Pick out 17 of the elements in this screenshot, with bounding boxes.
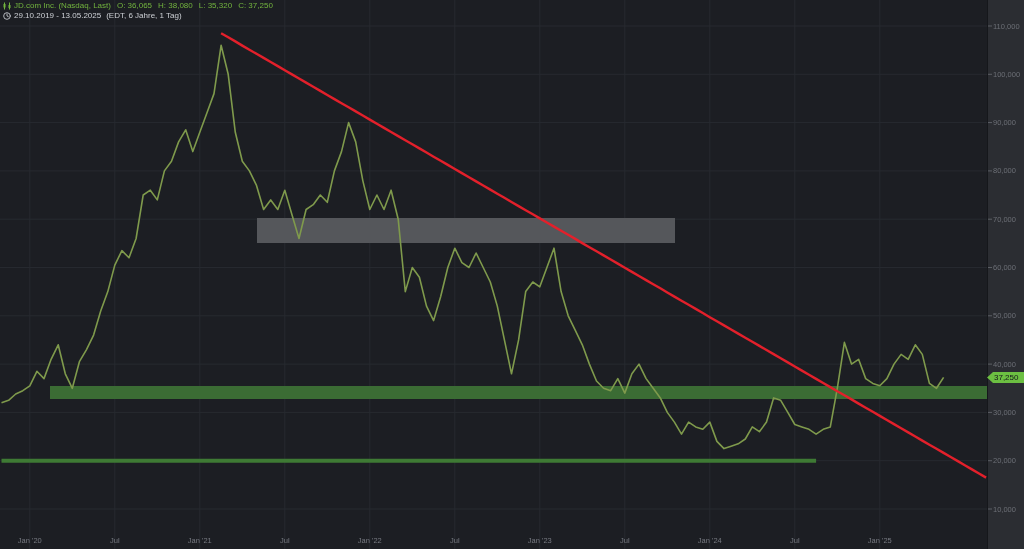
tick-mark bbox=[987, 122, 993, 124]
tick-mark bbox=[987, 411, 993, 413]
instrument-name: JD.com Inc. (Nasdaq, Last) bbox=[14, 1, 111, 11]
chart-details: (EDT, 6 Jahre, 1 Tag) bbox=[106, 11, 182, 21]
candlestick-icon bbox=[3, 2, 11, 10]
tick-mark bbox=[987, 267, 993, 268]
quote-value: L: 35,320 bbox=[198, 1, 233, 11]
tick-mark bbox=[987, 73, 993, 75]
tick-mark bbox=[987, 460, 993, 462]
tick-mark bbox=[987, 315, 993, 317]
tick-mark bbox=[987, 218, 993, 220]
date-range: 29.10.2019 - 13.05.2025 bbox=[14, 11, 102, 21]
quote-value: O: 36,065 bbox=[116, 1, 153, 11]
quote-value: C: 37,250 bbox=[238, 1, 273, 11]
last-price-tag: 37,250 bbox=[987, 371, 1024, 383]
quote-value: H: 38,080 bbox=[158, 1, 193, 11]
clock-icon bbox=[3, 12, 11, 20]
